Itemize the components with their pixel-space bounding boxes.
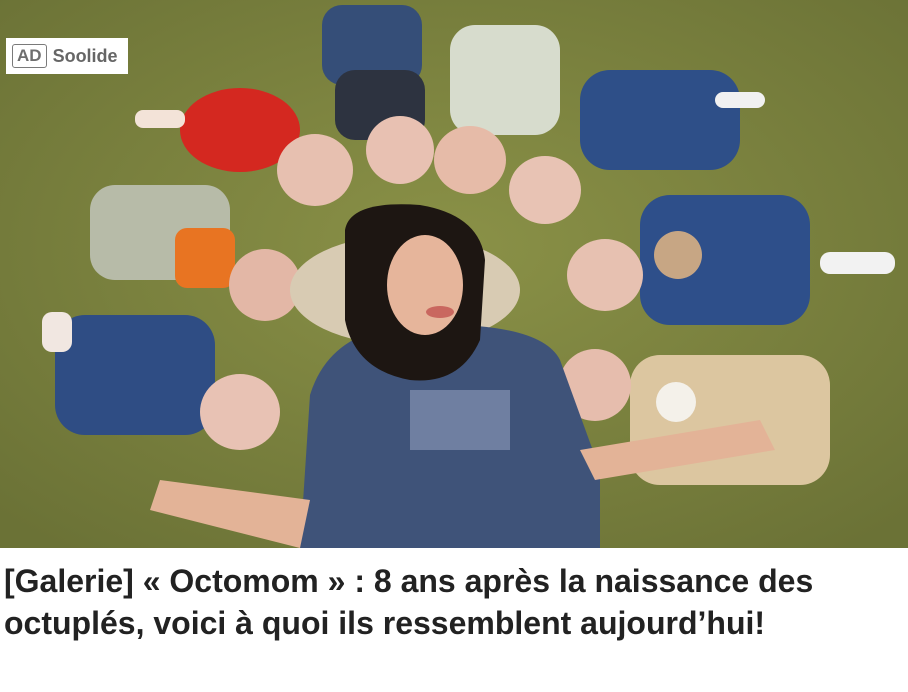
- ad-label: AD: [12, 44, 47, 68]
- ad-badge[interactable]: AD Soolide: [6, 38, 128, 74]
- ad-headline[interactable]: [Galerie] « Octomom » : 8 ans après la n…: [4, 560, 900, 644]
- photo-illustration: [0, 0, 908, 548]
- ad-photo[interactable]: AD Soolide: [0, 0, 908, 548]
- ad-source-name[interactable]: Soolide: [53, 46, 118, 67]
- ad-card[interactable]: AD Soolide [Galerie] « Octomom » : 8 ans…: [0, 0, 908, 692]
